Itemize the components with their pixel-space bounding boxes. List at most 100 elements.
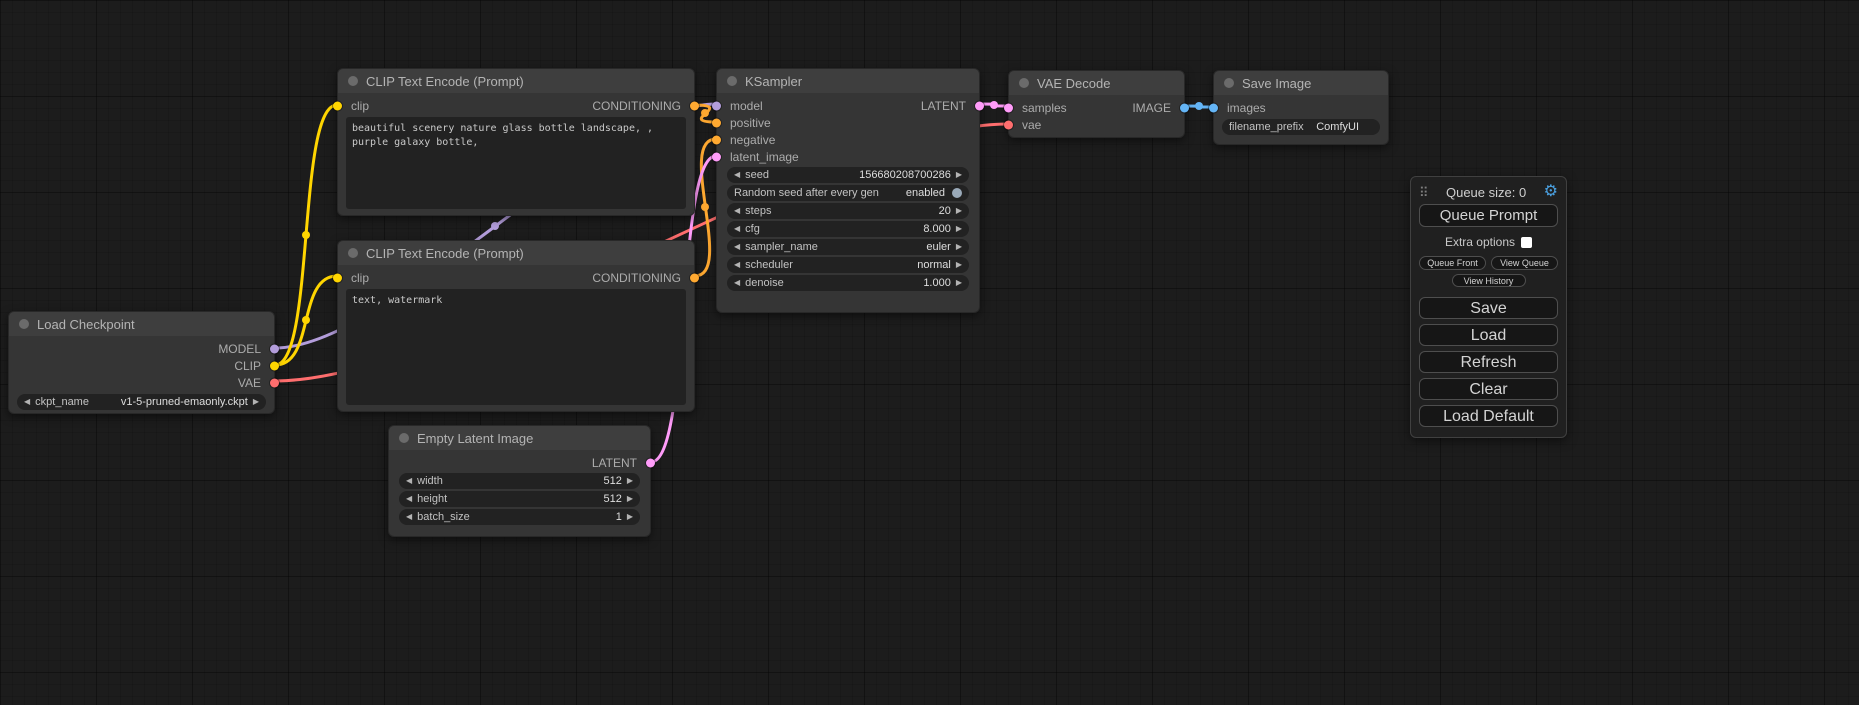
input-slot-latent-image[interactable] — [712, 152, 721, 161]
output-slot-model[interactable] — [270, 344, 279, 353]
seed-widget[interactable]: seed 156680208700286 — [727, 167, 969, 183]
link-midpoint-dot — [990, 101, 998, 109]
increment-arrow-icon[interactable] — [956, 257, 962, 273]
increment-arrow-icon[interactable] — [956, 221, 962, 237]
decrement-arrow-icon[interactable] — [406, 491, 412, 507]
sampler-name-widget[interactable]: sampler_name euler — [727, 239, 969, 255]
node-vae-decode[interactable]: VAE Decode samples IMAGE vae — [1008, 70, 1185, 138]
collapse-dot-icon[interactable] — [1224, 78, 1234, 88]
view-history-button[interactable]: View History — [1452, 274, 1526, 287]
collapse-dot-icon[interactable] — [1019, 78, 1029, 88]
collapse-dot-icon[interactable] — [348, 76, 358, 86]
batch-size-widget[interactable]: batch_size 1 — [399, 509, 640, 525]
node-title-bar[interactable]: CLIP Text Encode (Prompt) — [338, 241, 694, 265]
load-default-button[interactable]: Load Default — [1419, 405, 1558, 427]
cfg-widget[interactable]: cfg 8.000 — [727, 221, 969, 237]
input-slot-clip[interactable] — [333, 273, 342, 282]
node-title-bar[interactable]: KSampler — [717, 69, 979, 93]
input-slot-positive[interactable] — [712, 118, 721, 127]
height-widget[interactable]: height 512 — [399, 491, 640, 507]
output-slot-latent[interactable] — [646, 458, 655, 467]
output-slot-conditioning[interactable] — [690, 101, 699, 110]
drag-handle-icon[interactable] — [1419, 186, 1429, 199]
node-empty-latent-image[interactable]: Empty Latent Image LATENT width 512 heig… — [388, 425, 651, 537]
node-title-bar[interactable]: Save Image — [1214, 71, 1388, 95]
decrement-arrow-icon[interactable] — [406, 509, 412, 525]
output-label-clip: CLIP — [234, 359, 261, 373]
decrement-arrow-icon[interactable] — [734, 167, 740, 183]
node-clip-text-encode-positive[interactable]: CLIP Text Encode (Prompt) clip CONDITION… — [337, 68, 695, 216]
node-save-image[interactable]: Save Image images filename_prefix ComfyU… — [1213, 70, 1389, 145]
collapse-dot-icon[interactable] — [348, 248, 358, 258]
load-button[interactable]: Load — [1419, 324, 1558, 346]
node-title-bar[interactable]: Load Checkpoint — [9, 312, 274, 336]
widget-label: height — [417, 493, 447, 505]
input-slot-samples[interactable] — [1004, 103, 1013, 112]
node-title-bar[interactable]: VAE Decode — [1009, 71, 1184, 95]
scheduler-widget[interactable]: scheduler normal — [727, 257, 969, 273]
queue-prompt-button[interactable]: Queue Prompt — [1419, 204, 1558, 227]
decrement-arrow-icon[interactable] — [734, 221, 740, 237]
node-title-bar[interactable]: Empty Latent Image — [389, 426, 650, 450]
node-clip-text-encode-negative[interactable]: CLIP Text Encode (Prompt) clip CONDITION… — [337, 240, 695, 412]
extra-options-checkbox[interactable] — [1521, 237, 1532, 248]
increment-arrow-icon[interactable] — [956, 167, 962, 183]
output-label-vae: VAE — [238, 376, 261, 390]
widget-label: scheduler — [745, 259, 793, 271]
increment-arrow-icon[interactable] — [627, 509, 633, 525]
decrement-arrow-icon[interactable] — [734, 257, 740, 273]
decrement-arrow-icon[interactable] — [734, 203, 740, 219]
node-canvas[interactable]: Load Checkpoint MODEL CLIP VAE ckpt_name… — [0, 0, 1859, 705]
decrement-arrow-icon[interactable] — [734, 239, 740, 255]
input-slot-images[interactable] — [1209, 103, 1218, 112]
view-queue-button[interactable]: View Queue — [1491, 256, 1558, 270]
increment-arrow-icon[interactable] — [956, 239, 962, 255]
input-slot-vae[interactable] — [1004, 120, 1013, 129]
node-ksampler[interactable]: KSampler model LATENT positive negative … — [716, 68, 980, 313]
collapse-dot-icon[interactable] — [727, 76, 737, 86]
decrement-arrow-icon[interactable] — [734, 275, 740, 291]
clear-button[interactable]: Clear — [1419, 378, 1558, 400]
decrement-arrow-icon[interactable] — [406, 473, 412, 489]
increment-arrow-icon[interactable] — [956, 275, 962, 291]
increment-arrow-icon[interactable] — [627, 491, 633, 507]
input-slot-clip[interactable] — [333, 101, 342, 110]
slot-row: model LATENT — [717, 97, 979, 114]
output-slot-clip[interactable] — [270, 361, 279, 370]
input-label-latent-image: latent_image — [730, 150, 799, 164]
queue-front-button[interactable]: Queue Front — [1419, 256, 1486, 270]
increment-arrow-icon[interactable] — [956, 203, 962, 219]
node-load-checkpoint[interactable]: Load Checkpoint MODEL CLIP VAE ckpt_name… — [8, 311, 275, 414]
refresh-button[interactable]: Refresh — [1419, 351, 1558, 373]
increment-arrow-icon[interactable] — [627, 473, 633, 489]
width-widget[interactable]: width 512 — [399, 473, 640, 489]
output-slot-vae[interactable] — [270, 378, 279, 387]
ckpt-name-widget[interactable]: ckpt_name v1-5-pruned-emaonly.ckpt — [17, 394, 266, 410]
increment-arrow-icon[interactable] — [253, 394, 259, 410]
node-title: Empty Latent Image — [417, 431, 533, 446]
queue-menu-panel: Queue size: 0 Queue Prompt Extra options… — [1410, 176, 1567, 438]
output-slot-latent[interactable] — [975, 101, 984, 110]
gear-icon[interactable] — [1544, 184, 1558, 200]
decrement-arrow-icon[interactable] — [24, 394, 30, 410]
output-slot-image[interactable] — [1180, 103, 1189, 112]
slot-row: CLIP — [9, 357, 274, 374]
input-slot-negative[interactable] — [712, 135, 721, 144]
widget-label: Random seed after every gen — [734, 187, 879, 199]
collapse-dot-icon[interactable] — [19, 319, 29, 329]
node-title-bar[interactable]: CLIP Text Encode (Prompt) — [338, 69, 694, 93]
prompt-textarea[interactable]: beautiful scenery nature glass bottle la… — [346, 117, 686, 209]
prompt-textarea[interactable]: text, watermark — [346, 289, 686, 405]
seed-toggle-icon[interactable] — [952, 188, 962, 198]
collapse-dot-icon[interactable] — [399, 433, 409, 443]
slot-row: LATENT — [389, 454, 650, 471]
output-slot-conditioning[interactable] — [690, 273, 699, 282]
steps-widget[interactable]: steps 20 — [727, 203, 969, 219]
denoise-widget[interactable]: denoise 1.000 — [727, 275, 969, 291]
random-seed-widget[interactable]: Random seed after every gen enabled — [727, 185, 969, 201]
filename-prefix-widget[interactable]: filename_prefix ComfyUI — [1222, 119, 1380, 135]
widget-label: seed — [745, 169, 769, 181]
save-button[interactable]: Save — [1419, 297, 1558, 319]
input-slot-model[interactable] — [712, 101, 721, 110]
node-title: Save Image — [1242, 76, 1311, 91]
